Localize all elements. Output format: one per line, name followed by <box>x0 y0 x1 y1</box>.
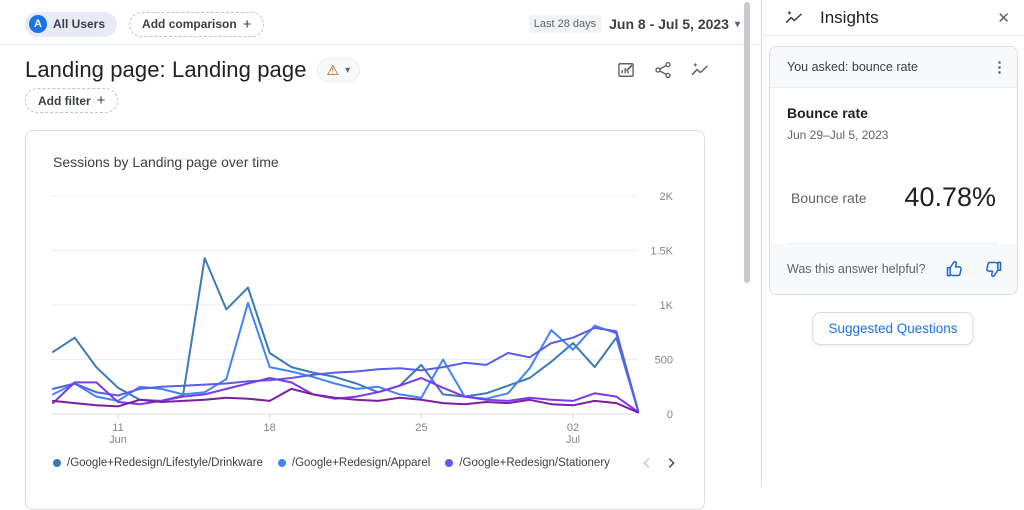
insight-card: You asked: bounce rate ⋮ Bounce rate Jun… <box>769 46 1018 295</box>
insight-metric-row: Bounce rate 40.78% <box>791 182 996 213</box>
sessions-line-chart[interactable]: 0 500 1K 1.5K 2K 11Jun 18 25 02Jul <box>26 167 706 455</box>
add-comparison-label: Add comparison <box>142 17 237 31</box>
x-axis-label: 25 <box>415 422 427 434</box>
legend-dot-icon <box>278 459 286 467</box>
y-axis-label: 0 <box>667 409 673 421</box>
header-divider <box>0 44 760 45</box>
date-preset-badge: Last 28 days <box>529 15 601 33</box>
insight-date-range: Jun 29–Jul 5, 2023 <box>787 128 1000 142</box>
legend-prev-icon[interactable] <box>640 456 654 470</box>
legend-label: /Google+Redesign/Lifestyle/Drinkware <box>67 457 263 469</box>
legend-dot-icon <box>445 459 453 467</box>
insights-icon[interactable] <box>690 60 710 80</box>
warning-icon: ⚠ <box>327 63 340 77</box>
insight-card-header: You asked: bounce rate ⋮ <box>770 47 1017 88</box>
date-range-text: Jun 8 - Jul 5, 2023 <box>609 16 729 32</box>
insight-question: You asked: bounce rate <box>787 60 918 74</box>
segment-bar: A All Users Add comparison + Last 28 day… <box>25 11 740 37</box>
title-row: Landing page: Landing page ⚠ ▾ <box>25 56 740 84</box>
x-axis-label: 11 <box>112 422 123 434</box>
close-icon[interactable]: ✕ <box>997 9 1010 27</box>
feedback-buttons <box>945 259 1003 279</box>
report-toolbar <box>616 60 710 80</box>
all-users-avatar: A <box>29 15 47 33</box>
insight-metric-label: Bounce rate <box>791 190 867 206</box>
x-axis-label: 02 <box>567 422 579 434</box>
insights-icon <box>784 8 804 28</box>
insights-panel-header: Insights ✕ <box>762 0 1024 36</box>
series-line-1 <box>53 303 638 410</box>
feedback-prompt: Was this answer helpful? <box>787 262 926 276</box>
caret-down-icon: ▾ <box>345 65 350 76</box>
report-area: A All Users Add comparison + Last 28 day… <box>0 0 760 487</box>
legend-item[interactable]: /Google+Redesign/Lifestyle/Drinkware <box>53 457 263 469</box>
thumb-down-icon[interactable] <box>983 259 1003 279</box>
date-range-selector[interactable]: Jun 8 - Jul 5, 2023 ▾ <box>609 16 740 32</box>
add-filter-button[interactable]: Add filter + <box>25 88 118 113</box>
insights-title: Insights <box>820 8 879 28</box>
legend-item[interactable]: /Google+Redesign/Stationery <box>445 457 610 469</box>
share-icon[interactable] <box>653 60 673 80</box>
y-axis-label: 2K <box>660 191 674 203</box>
sessions-chart-card: Sessions by Landing page over time 05001… <box>25 130 705 510</box>
legend-label: /Google+Redesign/Apparel <box>292 457 430 469</box>
thumb-up-icon[interactable] <box>945 259 965 279</box>
insights-panel: Insights ✕ You asked: bounce rate ⋮ Boun… <box>761 0 1024 487</box>
legend-nav <box>640 456 678 470</box>
customize-report-icon[interactable] <box>616 60 636 80</box>
y-axis-label: 500 <box>655 355 673 367</box>
legend-dot-icon <box>53 459 61 467</box>
suggested-questions-button[interactable]: Suggested Questions <box>812 312 973 345</box>
insight-metric-title: Bounce rate <box>787 105 1000 121</box>
date-range-area: Last 28 days Jun 8 - Jul 5, 2023 ▾ <box>529 15 740 33</box>
plus-icon: + <box>243 16 252 33</box>
legend-next-icon[interactable] <box>664 456 678 470</box>
insight-metric-value: 40.78% <box>904 182 996 213</box>
add-filter-label: Add filter <box>38 94 91 108</box>
caret-down-icon: ▾ <box>735 19 740 30</box>
y-axis-label: 1.5K <box>650 246 673 258</box>
data-quality-button[interactable]: ⚠ ▾ <box>317 58 361 82</box>
insight-card-footer: Was this answer helpful? <box>770 244 1017 294</box>
all-users-chip[interactable]: A All Users <box>25 12 117 37</box>
page-title: Landing page: Landing page <box>25 57 307 83</box>
legend-label: /Google+Redesign/Stationery <box>459 457 610 469</box>
insight-card-body: Bounce rate Jun 29–Jul 5, 2023 Bounce ra… <box>770 88 1017 244</box>
plus-icon: + <box>97 92 106 109</box>
kebab-menu-icon[interactable]: ⋮ <box>992 58 1007 76</box>
y-axis-label: 1K <box>660 300 674 312</box>
x-axis-label: 18 <box>264 422 276 434</box>
series-line-3 <box>53 378 638 412</box>
scrollbar[interactable] <box>744 2 750 283</box>
add-comparison-button[interactable]: Add comparison + <box>129 12 264 37</box>
all-users-label: All Users <box>53 17 105 31</box>
chart-legend: /Google+Redesign/Lifestyle/Drinkware/Goo… <box>53 456 690 470</box>
x-axis-month-label: Jul <box>566 434 580 446</box>
x-axis-month-label: Jun <box>109 434 127 446</box>
legend-item[interactable]: /Google+Redesign/Apparel <box>278 457 430 469</box>
